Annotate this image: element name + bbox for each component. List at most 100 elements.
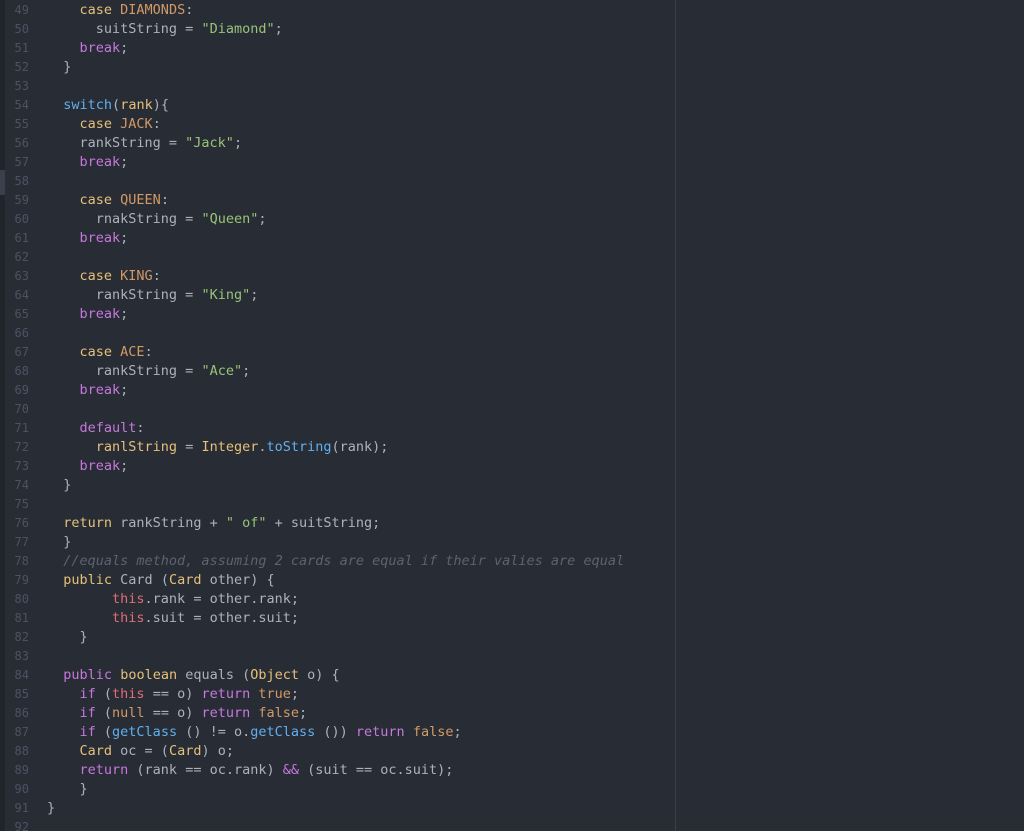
code-line[interactable]: 61 break; xyxy=(5,229,675,248)
line-number: 50 xyxy=(14,22,29,36)
code-token: "Ace" xyxy=(201,363,243,379)
code-area[interactable]: 49 case DIAMONDS: 50 suitString = "Diamon… xyxy=(5,0,675,831)
code-line[interactable]: 80 this.rank = other.rank; xyxy=(5,590,675,609)
line-number: 57 xyxy=(14,155,29,169)
code-line[interactable]: 63 case KING: xyxy=(5,267,675,286)
code-line[interactable]: 60 rnakString = "Queen"; xyxy=(5,210,675,229)
code-line[interactable]: 65 break; xyxy=(5,305,675,324)
code-line[interactable]: 49 case DIAMONDS: xyxy=(5,1,675,20)
code-token: Card xyxy=(168,743,202,759)
code-token: : xyxy=(152,116,161,132)
code-line[interactable]: 62 xyxy=(5,248,675,267)
code-line[interactable]: 71 default: xyxy=(5,419,675,438)
code-line[interactable]: 53 xyxy=(5,77,675,96)
code-token: false xyxy=(258,705,300,721)
code-token: "Jack" xyxy=(185,135,234,151)
code-text: this.suit = other.suit; xyxy=(47,609,299,628)
code-text: return (rank == oc.rank) && (suit == oc.… xyxy=(47,761,454,780)
code-line[interactable]: 87 if (getClass () != o.getClass ()) ret… xyxy=(5,723,675,742)
code-line[interactable]: 82 } xyxy=(5,628,675,647)
code-line[interactable]: 77 } xyxy=(5,533,675,552)
code-text: break; xyxy=(47,153,129,172)
code-line[interactable]: 66 xyxy=(5,324,675,343)
code-token: ACE xyxy=(120,344,145,360)
code-line[interactable]: 50 suitString = "Diamond"; xyxy=(5,20,675,39)
code-token: this xyxy=(112,686,145,702)
line-number: 60 xyxy=(14,212,29,226)
code-token: equals ( xyxy=(177,667,251,683)
code-line[interactable]: 51 break; xyxy=(5,39,675,58)
code-token: .suit = other.suit; xyxy=(144,610,299,626)
code-token: } xyxy=(47,629,88,645)
code-line[interactable]: 67 case ACE: xyxy=(5,343,675,362)
code-line[interactable]: 72 ranlString = Integer.toString(rank); xyxy=(5,438,675,457)
code-line[interactable]: 58 xyxy=(5,172,675,191)
code-text: break; xyxy=(47,381,129,400)
code-editor[interactable]: 49 case DIAMONDS: 50 suitString = "Diamon… xyxy=(0,0,1024,831)
line-number: 72 xyxy=(14,440,29,454)
code-line[interactable]: 70 xyxy=(5,400,675,419)
code-text: public Card (Card other) { xyxy=(47,571,274,590)
code-token: rankString = xyxy=(47,135,186,151)
code-text: default: xyxy=(47,419,145,438)
code-text: break; xyxy=(47,305,129,324)
code-token: KING xyxy=(120,268,153,284)
line-number: 55 xyxy=(14,117,29,131)
code-line[interactable]: 75 xyxy=(5,495,675,514)
code-token: getClass xyxy=(112,724,178,740)
code-text: rankString = "Ace"; xyxy=(47,362,250,381)
code-token: break xyxy=(79,230,121,246)
code-line[interactable]: 90 } xyxy=(5,780,675,799)
code-token: case xyxy=(79,2,113,18)
code-line[interactable]: 76 return rankString + " of" + suitStrin… xyxy=(5,514,675,533)
code-token: } xyxy=(47,800,56,816)
code-token: Integer xyxy=(201,439,259,455)
code-line[interactable]: 91} xyxy=(5,799,675,818)
code-line[interactable]: 64 rankString = "King"; xyxy=(5,286,675,305)
code-line[interactable]: 57 break; xyxy=(5,153,675,172)
code-token: (rank == oc.rank) xyxy=(128,762,283,778)
code-line[interactable]: 86 if (null == o) return false; xyxy=(5,704,675,723)
code-token: rnakString = xyxy=(47,211,202,227)
code-line[interactable]: 68 rankString = "Ace"; xyxy=(5,362,675,381)
code-line[interactable]: 78 //equals method, assuming 2 cards are… xyxy=(5,552,675,571)
code-text: } xyxy=(47,58,71,77)
code-token: + suitString; xyxy=(266,515,381,531)
code-text: if (getClass () != o.getClass ()) return… xyxy=(47,723,462,742)
code-line[interactable]: 89 return (rank == oc.rank) && (suit == … xyxy=(5,761,675,780)
code-line[interactable]: 83 xyxy=(5,647,675,666)
code-line[interactable]: 84 public boolean equals (Object o) { xyxy=(5,666,675,685)
code-token: public xyxy=(63,572,113,588)
code-line[interactable]: 59 case QUEEN: xyxy=(5,191,675,210)
code-token: ( xyxy=(112,97,121,113)
line-number: 58 xyxy=(14,174,29,188)
line-number: 91 xyxy=(14,801,29,815)
code-text: Card oc = (Card) o; xyxy=(47,742,234,761)
code-token: o) { xyxy=(299,667,340,683)
code-token: DIAMONDS xyxy=(120,2,186,18)
code-token: } xyxy=(47,59,72,75)
code-line[interactable]: 54 switch(rank){ xyxy=(5,96,675,115)
code-line[interactable]: 56 rankString = "Jack"; xyxy=(5,134,675,153)
code-line[interactable]: 85 if (this == o) return true; xyxy=(5,685,675,704)
code-token: ; xyxy=(120,230,129,246)
line-number: 79 xyxy=(14,573,29,587)
code-line[interactable]: 73 break; xyxy=(5,457,675,476)
code-line[interactable]: 79 public Card (Card other) { xyxy=(5,571,675,590)
code-line[interactable]: 74 } xyxy=(5,476,675,495)
line-number: 86 xyxy=(14,706,29,720)
code-line[interactable]: 81 this.suit = other.suit; xyxy=(5,609,675,628)
line-number: 66 xyxy=(14,326,29,340)
code-line[interactable]: 69 break; xyxy=(5,381,675,400)
code-line[interactable]: 92 xyxy=(5,818,675,831)
code-line[interactable]: 55 case JACK: xyxy=(5,115,675,134)
code-line[interactable]: 88 Card oc = (Card) o; xyxy=(5,742,675,761)
code-line[interactable]: 52 } xyxy=(5,58,675,77)
